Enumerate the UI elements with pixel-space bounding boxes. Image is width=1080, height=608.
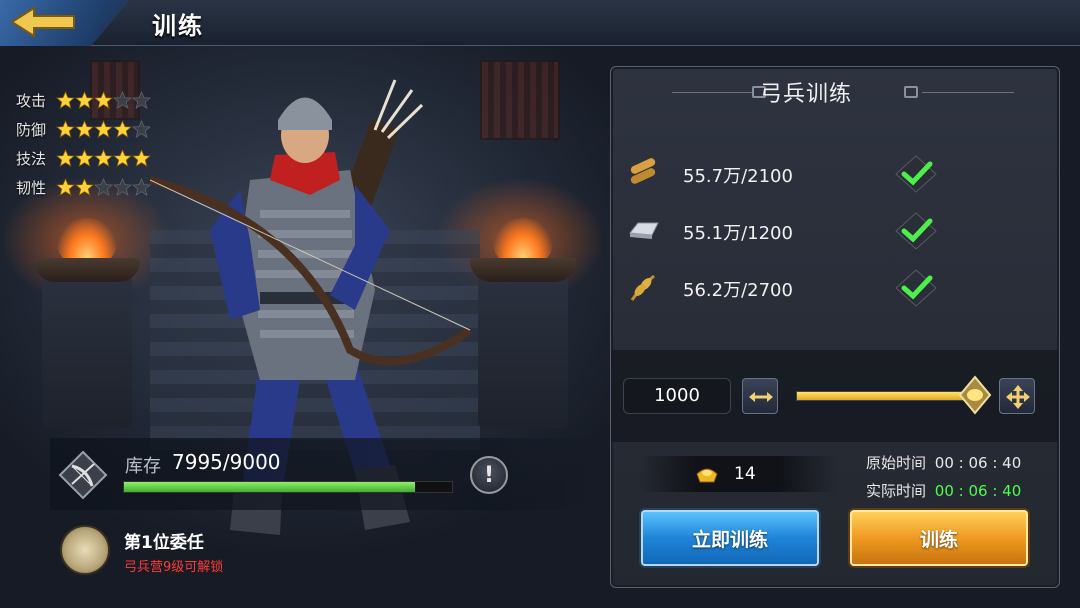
info-button[interactable]: ! <box>470 456 508 494</box>
star-filled-icon <box>93 148 114 168</box>
collapse-arrows-icon <box>749 392 773 402</box>
expand-arrows-icon <box>1006 385 1030 409</box>
resource-row-grain: 56.2万/2700 <box>626 268 956 308</box>
actual-time-row: 实际时间 00 : 06 : 40 <box>866 480 1021 501</box>
back-arrow-icon <box>10 6 75 38</box>
train-button[interactable]: 训练 <box>850 510 1028 566</box>
star-empty-icon <box>112 90 133 110</box>
stat-row: 攻击 <box>16 86 152 115</box>
star-empty-icon <box>131 119 152 139</box>
quantity-slider[interactable] <box>796 391 982 401</box>
star-filled-icon <box>55 177 76 197</box>
star-filled-icon <box>74 177 95 197</box>
commission-unlock-hint: 弓兵营9级可解锁 <box>124 560 224 575</box>
panel-title: 弓兵训练 <box>760 82 853 107</box>
brazier-right <box>470 218 576 428</box>
page-title: 训练 <box>152 12 204 40</box>
star-filled-icon <box>112 119 133 139</box>
brazier-bowl <box>34 258 140 282</box>
star-filled-icon <box>55 90 76 110</box>
wall-window <box>480 60 560 140</box>
resource-row-wood: 55.7万/2100 <box>626 154 956 194</box>
quantity-input[interactable]: 1000 <box>623 378 731 414</box>
min-quantity-button[interactable] <box>742 378 778 414</box>
star-empty-icon <box>131 177 152 197</box>
stat-row: 防御 <box>16 115 152 144</box>
star-filled-icon <box>74 148 95 168</box>
header-bar: 训练 <box>0 0 1080 46</box>
back-button[interactable] <box>0 0 130 46</box>
actual-time-value: 00 : 06 : 40 <box>934 482 1022 500</box>
resource-text: 56.2万/2700 <box>683 280 793 301</box>
original-time-row: 原始时间 00 : 06 : 40 <box>866 452 1021 473</box>
resource-row-iron: 55.1万/1200 <box>626 211 956 251</box>
stat-label: 技法 <box>16 150 47 168</box>
wood-icon <box>630 158 656 184</box>
check-icon <box>895 212 937 250</box>
star-filled-icon <box>74 119 95 139</box>
title-ornament-right <box>904 86 918 98</box>
star-filled-icon <box>131 148 152 168</box>
stat-label: 防御 <box>16 121 47 139</box>
commission-icon <box>60 525 110 575</box>
star-filled-icon <box>55 148 76 168</box>
stock-label: 库存 <box>125 456 161 477</box>
stat-label: 攻击 <box>16 92 47 110</box>
bow-badge-icon <box>58 450 108 500</box>
commission-title: 第1位委任 <box>124 533 204 553</box>
original-time-label: 原始时间 <box>866 454 927 472</box>
title-divider-right <box>922 92 1014 93</box>
gold-ingot-icon <box>696 468 718 483</box>
resource-text: 55.7万/2100 <box>683 166 793 187</box>
star-filled-icon <box>74 90 95 110</box>
stock-value: 7995/9000 <box>172 450 281 474</box>
check-icon <box>895 269 937 307</box>
star-empty-icon <box>93 177 114 197</box>
stock-progress-bar <box>123 481 453 493</box>
gold-cost-value: 14 <box>734 464 756 484</box>
stock-progress-fill <box>124 482 416 492</box>
stats-list: 攻击 防御 技法 韧性 <box>16 86 152 202</box>
brazier-bowl <box>470 258 576 282</box>
stat-label: 韧性 <box>16 179 47 197</box>
iron-icon <box>629 222 659 239</box>
title-divider-left <box>672 92 752 93</box>
star-empty-icon <box>131 90 152 110</box>
star-filled-icon <box>112 148 133 168</box>
slider-thumb[interactable] <box>958 375 992 415</box>
actual-time-label: 实际时间 <box>866 482 927 500</box>
grain-icon <box>630 274 655 301</box>
max-quantity-button[interactable] <box>999 378 1035 414</box>
brazier-left <box>34 218 140 428</box>
star-filled-icon <box>93 90 114 110</box>
original-time-value: 00 : 06 : 40 <box>934 454 1022 472</box>
stat-row: 技法 <box>16 144 152 173</box>
quantity-slider-fill <box>797 392 963 400</box>
star-empty-icon <box>112 177 133 197</box>
stat-row: 韧性 <box>16 173 152 202</box>
check-icon <box>895 155 937 193</box>
star-filled-icon <box>55 119 76 139</box>
instant-train-button[interactable]: 立即训练 <box>641 510 819 566</box>
resource-text: 55.1万/1200 <box>683 223 793 244</box>
star-filled-icon <box>93 119 114 139</box>
